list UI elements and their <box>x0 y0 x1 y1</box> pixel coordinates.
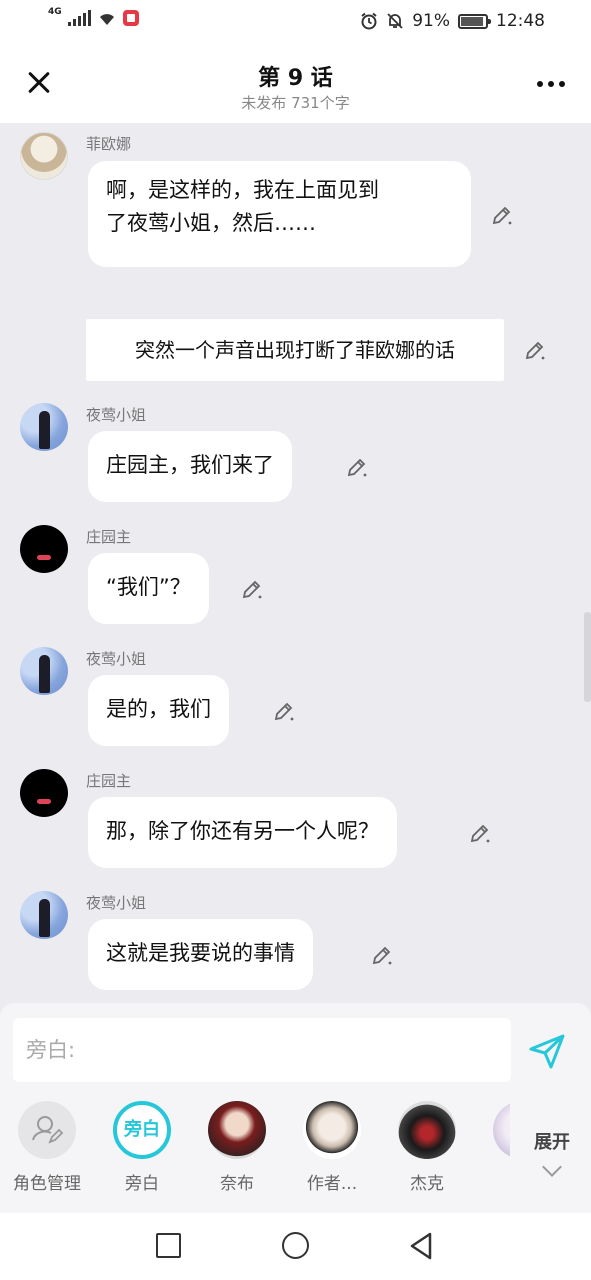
char-label: 杰克 <box>410 1174 444 1194</box>
narration-input[interactable] <box>13 1018 511 1082</box>
avatar[interactable] <box>20 769 68 817</box>
page-title: 第 9 话 <box>258 66 333 91</box>
edit-pencil-icon[interactable] <box>490 203 514 227</box>
chevron-down-icon <box>542 1157 562 1177</box>
role-management-button[interactable]: 角色管理 <box>9 1101 85 1194</box>
sender-name: 夜莺小姐 <box>86 894 147 912</box>
avatar <box>493 1101 510 1159</box>
message-bubble[interactable]: 那，除了你还有另一个人呢？ <box>88 797 397 868</box>
chat-area[interactable]: 菲欧娜 啊，是这样的，我在上面见到 了夜莺小姐，然后…… 突然一个声音出现打断了… <box>0 123 591 1003</box>
message-bubble[interactable]: 庄园主，我们来了 <box>88 431 292 502</box>
sender-name: 菲欧娜 <box>86 135 132 153</box>
char-option-partial[interactable]: 作 <box>484 1101 510 1194</box>
avatar[interactable] <box>20 891 68 939</box>
sender-name: 夜莺小姐 <box>86 650 147 668</box>
battery-percent: 91% <box>412 11 450 31</box>
scrollbar[interactable] <box>584 612 591 702</box>
message-text-line: 啊，是这样的，我在上面见到 <box>106 178 379 202</box>
narration-avatar: 旁白 <box>113 1101 171 1159</box>
edit-pencil-icon[interactable] <box>523 338 547 362</box>
edit-pencil-icon[interactable] <box>468 821 492 845</box>
char-label: 旁白 <box>125 1174 159 1194</box>
message-bubble[interactable]: 是的，我们 <box>88 675 229 746</box>
status-bar: 4G 91% 12:48 <box>0 0 591 44</box>
avatar[interactable] <box>20 525 68 573</box>
send-icon[interactable] <box>527 1031 567 1071</box>
recent-apps-icon[interactable] <box>156 1233 181 1258</box>
avatar <box>208 1101 266 1159</box>
edit-pencil-icon[interactable] <box>272 699 296 723</box>
message-bubble[interactable]: 这就是我要说的事情 <box>88 919 313 990</box>
wifi-icon <box>99 14 114 25</box>
edit-pencil-icon[interactable] <box>240 577 264 601</box>
narration-bubble[interactable]: 突然一个声音出现打断了菲欧娜的话 <box>86 319 504 381</box>
expand-button[interactable]: 展开 <box>528 1128 576 1177</box>
header: 第 9 话 未发布 731个字 <box>0 44 591 123</box>
char-option-narration[interactable]: 旁白 旁白 <box>104 1101 180 1194</box>
battery-icon <box>458 13 491 29</box>
message-bubble[interactable]: 啊，是这样的，我在上面见到 了夜莺小姐，然后…… <box>88 161 471 267</box>
char-option-author[interactable]: 作者... <box>294 1101 370 1194</box>
signal-icon <box>67 10 91 26</box>
more-options-icon[interactable] <box>537 81 565 87</box>
edit-pencil-icon[interactable] <box>370 943 394 967</box>
composer-panel: 角色管理 旁白 旁白 奈布 作者... 杰克 作 展开 <box>0 1003 591 1213</box>
edit-pencil-icon[interactable] <box>345 455 369 479</box>
message-text-line: 了夜莺小姐，然后…… <box>106 211 316 235</box>
back-icon[interactable] <box>408 1231 434 1261</box>
avatar <box>398 1101 456 1159</box>
char-label: 作 <box>484 1169 510 1194</box>
char-option-naibu[interactable]: 奈布 <box>199 1101 275 1194</box>
avatar <box>303 1101 361 1159</box>
avatar[interactable] <box>20 647 68 695</box>
char-option-jack[interactable]: 杰克 <box>389 1101 465 1194</box>
alarm-icon <box>361 12 377 30</box>
avatar[interactable] <box>20 403 68 451</box>
message-bubble[interactable]: “我们”？ <box>88 553 209 624</box>
sender-name: 夜莺小姐 <box>86 406 147 424</box>
char-label: 作者... <box>306 1174 358 1194</box>
system-nav-bar <box>0 1213 591 1280</box>
role-management-icon <box>18 1101 76 1159</box>
avatar[interactable] <box>20 132 68 180</box>
app-notification-icon <box>122 10 139 26</box>
status-right: 91% 12:48 <box>360 11 545 31</box>
network-type: 4G <box>48 7 62 17</box>
expand-label: 展开 <box>534 1132 570 1153</box>
status-left: 4G <box>48 7 139 26</box>
character-selector: 角色管理 旁白 旁白 奈布 作者... 杰克 作 <box>0 1101 510 1201</box>
home-icon[interactable] <box>282 1232 309 1259</box>
sender-name: 庄园主 <box>86 772 132 790</box>
char-label: 奈布 <box>220 1174 254 1194</box>
word-count-subtitle: 未发布 731个字 <box>241 94 350 112</box>
sender-name: 庄园主 <box>86 528 132 546</box>
mute-icon <box>387 13 403 29</box>
clock-time: 12:48 <box>496 11 545 31</box>
char-label: 角色管理 <box>13 1174 81 1194</box>
